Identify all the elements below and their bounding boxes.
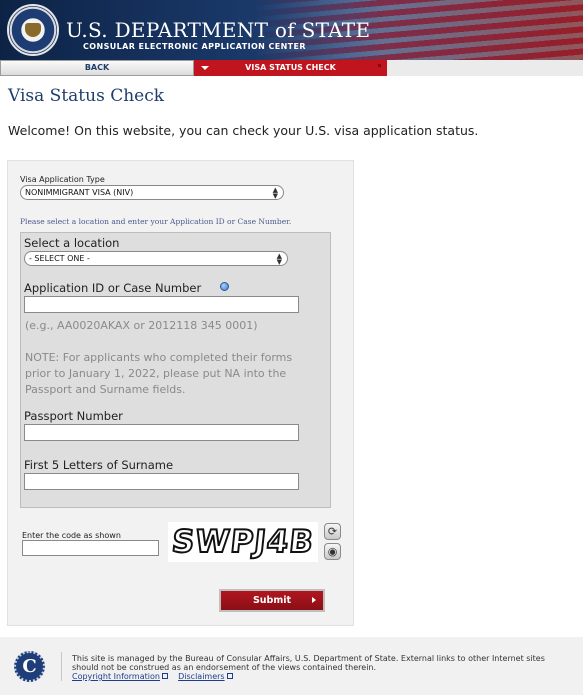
select-caret-icon: ▲ ▼ [272,186,278,200]
visa-type-select[interactable]: NONIMMIGRANT VISA (NIV) ▲ ▼ [20,185,284,200]
nav-bar-filler [387,60,583,76]
location-label: Select a location [24,236,120,250]
captcha-label: Enter the code as shown [22,531,121,540]
form-hint: Please select a location and enter your … [20,217,292,226]
dropdown-arrow-icon [201,66,209,70]
passport-input[interactable] [24,424,299,441]
note-line-3: Passport and Surname fields. [25,383,186,396]
refresh-captcha-icon[interactable]: ⟳ [324,523,341,540]
site-header: U.S. DEPARTMENT of STATE CONSULAR ELECTR… [0,0,583,60]
application-id-label: Application ID or Case Number [24,281,202,295]
eagle-emblem [25,23,41,37]
menu-label: VISA STATUS CHECK [245,63,336,72]
welcome-text: Welcome! On this website, you can check … [8,123,479,138]
audio-captcha-icon[interactable]: ◉ [324,543,341,560]
agency-title: U.S. DEPARTMENT of STATE [66,18,371,42]
submit-button[interactable]: Submit [219,589,325,612]
surname-input[interactable] [24,473,299,490]
visa-type-value: NONIMMIGRANT VISA (NIV) [25,188,134,197]
arrow-right-icon [312,597,316,603]
menu-corner-mark [378,64,381,67]
nav-bar: BACK VISA STATUS CHECK [0,60,583,76]
location-select[interactable]: - SELECT ONE - ▲ ▼ [24,251,288,266]
location-value: - SELECT ONE - [29,254,90,263]
help-icon[interactable] [220,282,229,291]
back-button[interactable]: BACK [0,60,194,76]
application-id-example: (e.g., AA0020AKAX or 2012118 345 0001) [25,319,258,332]
external-link-icon [226,673,233,679]
captcha-text: SWPJ4B [169,523,317,561]
visa-type-label: Visa Application Type [20,175,105,184]
external-link-icon [161,673,168,679]
footer-links: Copyright Information Disclaimers [72,672,233,681]
passport-label: Passport Number [24,409,123,423]
site-footer: C This site is managed by the Bureau of … [0,637,583,695]
surname-label: First 5 Letters of Surname [24,458,174,472]
application-id-input[interactable] [24,296,299,313]
select-caret-icon: ▲ ▼ [276,252,282,266]
department-of-state-seal-icon [7,4,59,56]
footer-divider [61,652,62,681]
visa-status-check-menu[interactable]: VISA STATUS CHECK [194,60,387,76]
note-line-2: prior to January 1, 2022, please put NA … [25,367,287,380]
captcha-image: SWPJ4B [168,522,318,562]
page-title: Visa Status Check [8,86,165,106]
submit-label: Submit [252,595,292,606]
captcha-input[interactable] [22,540,159,556]
note-line-1: NOTE: For applicants who completed their… [25,351,293,364]
agency-subtitle: CONSULAR ELECTRONIC APPLICATION CENTER [83,42,306,51]
disclaimers-link[interactable]: Disclaimers [178,672,224,681]
footer-disclaimer-text: This site is managed by the Bureau of Co… [72,654,545,672]
copyright-link[interactable]: Copyright Information [72,672,160,681]
consular-affairs-logo: C [14,651,45,682]
